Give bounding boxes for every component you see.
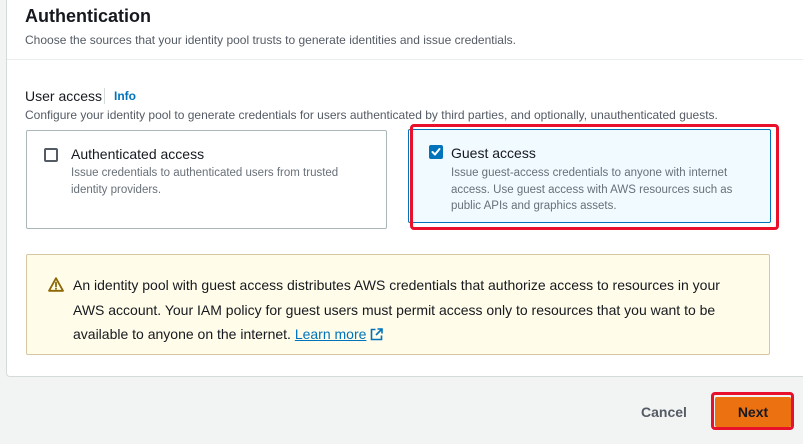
panel-header: Authentication Choose the sources that y… — [7, 0, 803, 60]
next-button[interactable]: Next — [715, 397, 791, 427]
alert-text: An identity pool with guest access distr… — [73, 273, 743, 347]
panel-subtitle: Choose the sources that your identity po… — [25, 33, 516, 47]
authenticated-access-description: Issue credentials to authenticated users… — [71, 167, 339, 196]
label-divider — [104, 88, 105, 104]
checkmark-icon — [431, 148, 441, 156]
info-link[interactable]: Info — [114, 89, 136, 103]
user-access-description: Configure your identity pool to generate… — [25, 108, 718, 122]
guest-access-checkbox[interactable] — [429, 145, 443, 159]
learn-more-label: Learn more — [294, 326, 367, 342]
guest-access-warning-alert: An identity pool with guest access distr… — [26, 254, 770, 355]
guest-access-title: Guest access — [451, 145, 536, 161]
guest-access-description: Issue guest-access credentials to anyone… — [451, 167, 733, 212]
authenticated-access-tile[interactable]: Authenticated access Issue credentials t… — [26, 130, 387, 229]
cancel-button[interactable]: Cancel — [628, 398, 700, 426]
user-access-label: User access — [25, 88, 103, 104]
panel-title: Authentication — [25, 6, 151, 26]
external-link-icon — [371, 328, 384, 341]
alert-message: An identity pool with guest access distr… — [73, 277, 720, 342]
warning-icon — [48, 277, 64, 297]
authentication-panel: Authentication Choose the sources that y… — [6, 0, 803, 377]
authenticated-access-checkbox[interactable] — [44, 148, 58, 162]
guest-access-tile[interactable]: Guest access Issue guest-access credenti… — [408, 129, 771, 223]
authenticated-access-title: Authenticated access — [71, 146, 205, 162]
learn-more-link[interactable]: Learn more — [295, 326, 384, 342]
